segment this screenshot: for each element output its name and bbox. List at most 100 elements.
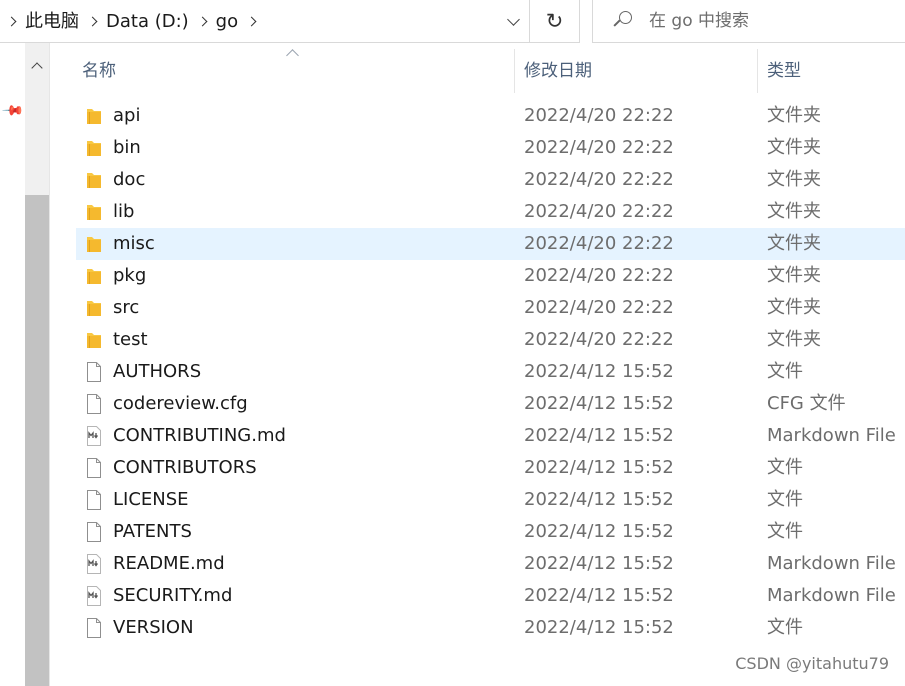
column-divider[interactable] [514, 49, 515, 93]
file-date-modified: 2022/4/20 22:22 [524, 297, 674, 318]
file-type: Markdown File [767, 553, 896, 574]
file-date-modified: 2022/4/20 22:22 [524, 105, 674, 126]
refresh-button[interactable]: ↻ [530, 0, 580, 43]
file-row[interactable]: VERSION 2022/4/12 15:52 文件 [76, 612, 905, 644]
file-name: README.md [113, 553, 225, 574]
file-date-modified: 2022/4/12 15:52 [524, 361, 674, 382]
file-type: 文件 [767, 521, 803, 542]
sort-ascending-icon [286, 49, 299, 62]
pin-icon[interactable]: 📌 [1, 99, 25, 123]
address-history-dropdown[interactable] [496, 0, 530, 43]
file-row[interactable]: src 2022/4/20 22:22 文件夹 [76, 292, 905, 324]
file-name: misc [113, 233, 155, 254]
file-name: CONTRIBUTING.md [113, 425, 286, 446]
column-header-date-modified[interactable]: 修改日期 [524, 43, 592, 99]
column-header-name[interactable]: 名称 [82, 43, 116, 99]
file-row[interactable]: README.md 2022/4/12 15:52 Markdown File [76, 548, 905, 580]
file-date-modified: 2022/4/12 15:52 [524, 617, 674, 638]
file-icon [87, 618, 101, 638]
folder-icon [87, 205, 101, 220]
file-row[interactable]: PATENTS 2022/4/12 15:52 文件 [76, 516, 905, 548]
file-date-modified: 2022/4/20 22:22 [524, 169, 674, 190]
column-divider[interactable] [757, 49, 758, 93]
file-date-modified: 2022/4/12 15:52 [524, 425, 674, 446]
file-row[interactable]: bin 2022/4/20 22:22 文件夹 [76, 132, 905, 164]
file-type: 文件 [767, 361, 803, 382]
markdown-file-icon [87, 554, 101, 574]
file-date-modified: 2022/4/20 22:22 [524, 201, 674, 222]
file-name: bin [113, 137, 141, 158]
breadcrumb-go[interactable]: go [216, 0, 238, 43]
watermark: CSDN @yitahutu79 [735, 654, 889, 673]
scrollbar-thumb[interactable] [25, 195, 49, 686]
chevron-right-icon[interactable] [246, 16, 257, 26]
chevron-right-icon[interactable] [87, 16, 98, 26]
navigation-scrollbar[interactable] [25, 43, 49, 686]
refresh-icon: ↻ [545, 9, 564, 33]
column-header-type[interactable]: 类型 [767, 43, 801, 99]
folder-icon [87, 141, 101, 156]
file-date-modified: 2022/4/20 22:22 [524, 329, 674, 350]
breadcrumb[interactable]: 此电脑 Data (D:) go [0, 0, 530, 43]
file-name: test [113, 329, 148, 350]
file-row[interactable]: LICENSE 2022/4/12 15:52 文件 [76, 484, 905, 516]
chevron-down-icon [506, 12, 520, 26]
file-name: SECURITY.md [113, 585, 233, 606]
nav-pane-truncated-text: ) [0, 633, 1, 654]
file-type: 文件夹 [767, 329, 821, 350]
folder-icon [87, 269, 101, 284]
breadcrumb-this-pc[interactable]: 此电脑 [25, 0, 79, 43]
file-row[interactable]: SECURITY.md 2022/4/12 15:52 Markdown File [76, 580, 905, 612]
file-row[interactable]: CONTRIBUTORS 2022/4/12 15:52 文件 [76, 452, 905, 484]
file-type: 文件 [767, 489, 803, 510]
file-name: pkg [113, 265, 147, 286]
navigation-pane: 📌 ) [0, 43, 25, 686]
file-date-modified: 2022/4/12 15:52 [524, 585, 674, 606]
chevron-right-icon[interactable] [197, 16, 208, 26]
file-row[interactable]: AUTHORS 2022/4/12 15:52 文件 [76, 356, 905, 388]
file-icon [87, 522, 101, 542]
scroll-up-button[interactable] [25, 43, 49, 87]
breadcrumb-data-drive[interactable]: Data (D:) [106, 0, 189, 43]
folder-icon [87, 237, 101, 252]
file-icon [87, 394, 101, 414]
file-row[interactable]: test 2022/4/20 22:22 文件夹 [76, 324, 905, 356]
file-name: src [113, 297, 140, 318]
file-icon [87, 490, 101, 510]
folder-icon [87, 333, 101, 348]
file-row[interactable]: doc 2022/4/20 22:22 文件夹 [76, 164, 905, 196]
file-type: 文件 [767, 617, 803, 638]
file-name: PATENTS [113, 521, 192, 542]
file-type: 文件夹 [767, 297, 821, 318]
file-icon [87, 362, 101, 382]
file-type: 文件夹 [767, 137, 821, 158]
markdown-file-icon [87, 426, 101, 446]
file-type: CFG 文件 [767, 393, 846, 414]
file-type: 文件夹 [767, 201, 821, 222]
file-type: 文件 [767, 457, 803, 478]
search-icon [611, 10, 633, 32]
search-input[interactable] [649, 11, 879, 31]
file-row[interactable]: api 2022/4/20 22:22 文件夹 [76, 100, 905, 132]
file-date-modified: 2022/4/12 15:52 [524, 393, 674, 414]
search-box[interactable] [592, 0, 905, 43]
file-row[interactable]: codereview.cfg 2022/4/12 15:52 CFG 文件 [76, 388, 905, 420]
file-date-modified: 2022/4/20 22:22 [524, 265, 674, 286]
file-date-modified: 2022/4/12 15:52 [524, 553, 674, 574]
file-name: doc [113, 169, 146, 190]
chevron-up-icon [31, 61, 43, 74]
file-row[interactable]: CONTRIBUTING.md 2022/4/12 15:52 Markdown F… [76, 420, 905, 452]
file-row[interactable]: lib 2022/4/20 22:22 文件夹 [76, 196, 905, 228]
pane-divider[interactable] [49, 43, 50, 686]
file-name: AUTHORS [113, 361, 202, 382]
file-name: codereview.cfg [113, 393, 248, 414]
file-name: lib [113, 201, 135, 222]
file-date-modified: 2022/4/12 15:52 [524, 489, 674, 510]
markdown-file-icon [87, 586, 101, 606]
file-name: LICENSE [113, 489, 189, 510]
file-row[interactable]: pkg 2022/4/20 22:22 文件夹 [76, 260, 905, 292]
chevron-right-icon[interactable] [6, 16, 17, 26]
file-type: 文件夹 [767, 105, 821, 126]
folder-icon [87, 173, 101, 188]
file-row[interactable]: misc 2022/4/20 22:22 文件夹 [76, 228, 905, 260]
